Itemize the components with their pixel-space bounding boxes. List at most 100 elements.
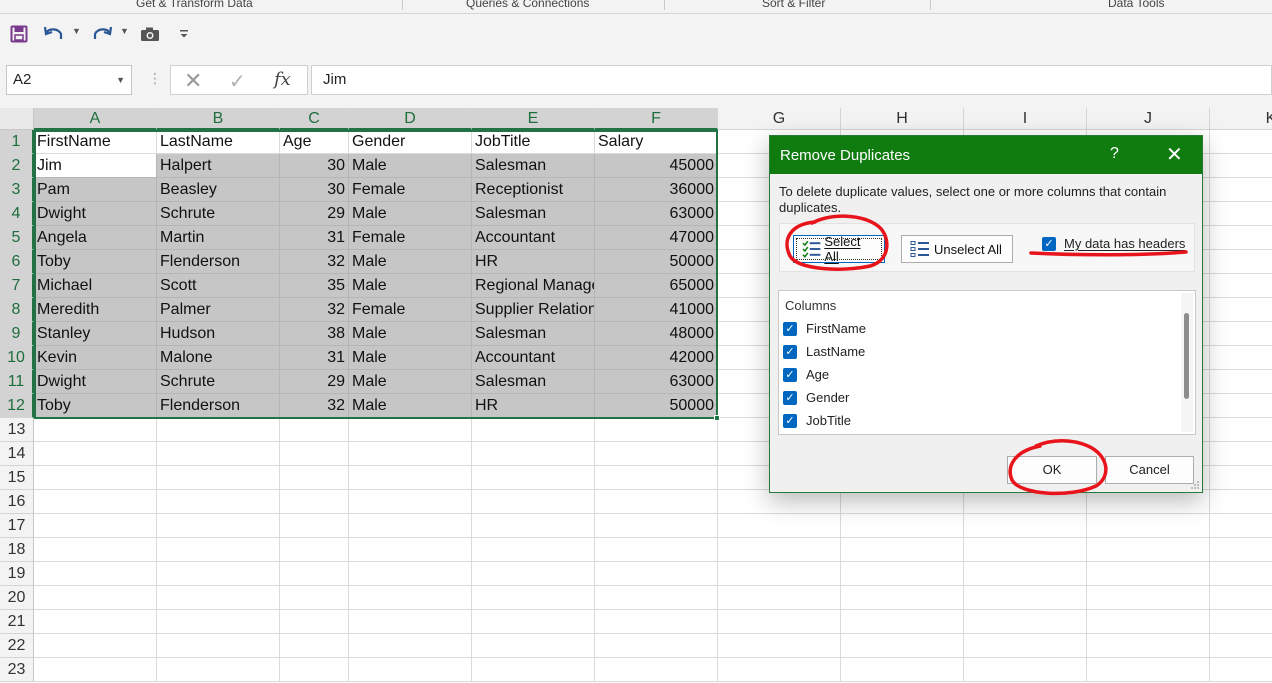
cell-k18[interactable]: [1210, 538, 1272, 562]
cell-e7[interactable]: Regional Manager: [472, 274, 595, 298]
cell-b11[interactable]: Schrute: [157, 370, 280, 394]
cell-k14[interactable]: [1210, 442, 1272, 466]
cell-g20[interactable]: [718, 586, 841, 610]
cell-h18[interactable]: [841, 538, 964, 562]
cell-d8[interactable]: Female: [349, 298, 472, 322]
cell-e6[interactable]: HR: [472, 250, 595, 274]
row-header-23[interactable]: 23: [0, 658, 34, 682]
cell-c8[interactable]: 32: [280, 298, 349, 322]
save-button[interactable]: [7, 22, 31, 46]
cell-b22[interactable]: [157, 634, 280, 658]
cell-a12[interactable]: Toby: [34, 394, 157, 418]
cell-e5[interactable]: Accountant: [472, 226, 595, 250]
cell-d5[interactable]: Female: [349, 226, 472, 250]
cell-c7[interactable]: 35: [280, 274, 349, 298]
cell-c16[interactable]: [280, 490, 349, 514]
cell-a3[interactable]: Pam: [34, 178, 157, 202]
cell-k22[interactable]: [1210, 634, 1272, 658]
cell-c22[interactable]: [280, 634, 349, 658]
cell-a14[interactable]: [34, 442, 157, 466]
cell-b16[interactable]: [157, 490, 280, 514]
cell-f20[interactable]: [595, 586, 718, 610]
cell-d11[interactable]: Male: [349, 370, 472, 394]
cell-k5[interactable]: [1210, 226, 1272, 250]
cell-h16[interactable]: [841, 490, 964, 514]
cell-c20[interactable]: [280, 586, 349, 610]
close-button[interactable]: ✕: [1166, 142, 1183, 167]
cell-d2[interactable]: Male: [349, 154, 472, 178]
row-header-13[interactable]: 13: [0, 418, 34, 442]
row-header-19[interactable]: 19: [0, 562, 34, 586]
cell-h23[interactable]: [841, 658, 964, 682]
row-header-11[interactable]: 11: [0, 370, 34, 394]
row-header-10[interactable]: 10: [0, 346, 34, 370]
cell-f15[interactable]: [595, 466, 718, 490]
cell-f19[interactable]: [595, 562, 718, 586]
cell-a13[interactable]: [34, 418, 157, 442]
cell-b18[interactable]: [157, 538, 280, 562]
unselect-all-button[interactable]: Unselect All: [901, 235, 1013, 263]
column-checkbox-firstname[interactable]: ✓ FirstName: [783, 321, 866, 336]
cell-c2[interactable]: 30: [280, 154, 349, 178]
column-header-c[interactable]: C: [280, 108, 349, 130]
cell-i19[interactable]: [964, 562, 1087, 586]
cell-g19[interactable]: [718, 562, 841, 586]
cell-e3[interactable]: Receptionist: [472, 178, 595, 202]
cell-h21[interactable]: [841, 610, 964, 634]
cell-b2[interactable]: Halpert: [157, 154, 280, 178]
cell-a19[interactable]: [34, 562, 157, 586]
cell-d3[interactable]: Female: [349, 178, 472, 202]
cell-d15[interactable]: [349, 466, 472, 490]
cell-b9[interactable]: Hudson: [157, 322, 280, 346]
cell-j17[interactable]: [1087, 514, 1210, 538]
cell-a2[interactable]: Jim: [34, 154, 157, 178]
cell-b1[interactable]: LastName: [157, 130, 280, 154]
cell-f9[interactable]: 48000: [595, 322, 718, 346]
cell-c17[interactable]: [280, 514, 349, 538]
row-header-5[interactable]: 5: [0, 226, 34, 250]
cell-k11[interactable]: [1210, 370, 1272, 394]
cell-a20[interactable]: [34, 586, 157, 610]
cell-e21[interactable]: [472, 610, 595, 634]
cell-b21[interactable]: [157, 610, 280, 634]
cell-a5[interactable]: Angela: [34, 226, 157, 250]
cell-i17[interactable]: [964, 514, 1087, 538]
columns-list[interactable]: Columns ✓ FirstName ✓ LastName ✓ Age ✓ G…: [778, 290, 1196, 435]
column-checkbox-lastname[interactable]: ✓ LastName: [783, 344, 865, 359]
cell-e20[interactable]: [472, 586, 595, 610]
cell-f23[interactable]: [595, 658, 718, 682]
cell-d16[interactable]: [349, 490, 472, 514]
cell-k13[interactable]: [1210, 418, 1272, 442]
cell-j19[interactable]: [1087, 562, 1210, 586]
cell-j20[interactable]: [1087, 586, 1210, 610]
cell-k2[interactable]: [1210, 154, 1272, 178]
cell-b13[interactable]: [157, 418, 280, 442]
cell-k10[interactable]: [1210, 346, 1272, 370]
cell-d4[interactable]: Male: [349, 202, 472, 226]
column-header-b[interactable]: B: [157, 108, 280, 130]
cell-b7[interactable]: Scott: [157, 274, 280, 298]
cell-c5[interactable]: 31: [280, 226, 349, 250]
cell-c18[interactable]: [280, 538, 349, 562]
cell-i22[interactable]: [964, 634, 1087, 658]
cell-b23[interactable]: [157, 658, 280, 682]
my-data-has-headers-checkbox[interactable]: ✓ My data has headers: [1042, 236, 1185, 251]
cell-b3[interactable]: Beasley: [157, 178, 280, 202]
ok-button[interactable]: OK: [1007, 456, 1097, 484]
column-header-j[interactable]: J: [1087, 108, 1210, 130]
cell-a22[interactable]: [34, 634, 157, 658]
cell-c4[interactable]: 29: [280, 202, 349, 226]
cell-k6[interactable]: [1210, 250, 1272, 274]
cell-f6[interactable]: 50000: [595, 250, 718, 274]
cell-b17[interactable]: [157, 514, 280, 538]
cell-h19[interactable]: [841, 562, 964, 586]
cell-b20[interactable]: [157, 586, 280, 610]
cell-j23[interactable]: [1087, 658, 1210, 682]
row-header-21[interactable]: 21: [0, 610, 34, 634]
cell-e9[interactable]: Salesman: [472, 322, 595, 346]
cell-f21[interactable]: [595, 610, 718, 634]
column-header-h[interactable]: H: [841, 108, 964, 130]
cell-b6[interactable]: Flenderson: [157, 250, 280, 274]
resize-grip-icon[interactable]: [1190, 480, 1200, 490]
columns-scrollbar[interactable]: [1181, 293, 1193, 432]
